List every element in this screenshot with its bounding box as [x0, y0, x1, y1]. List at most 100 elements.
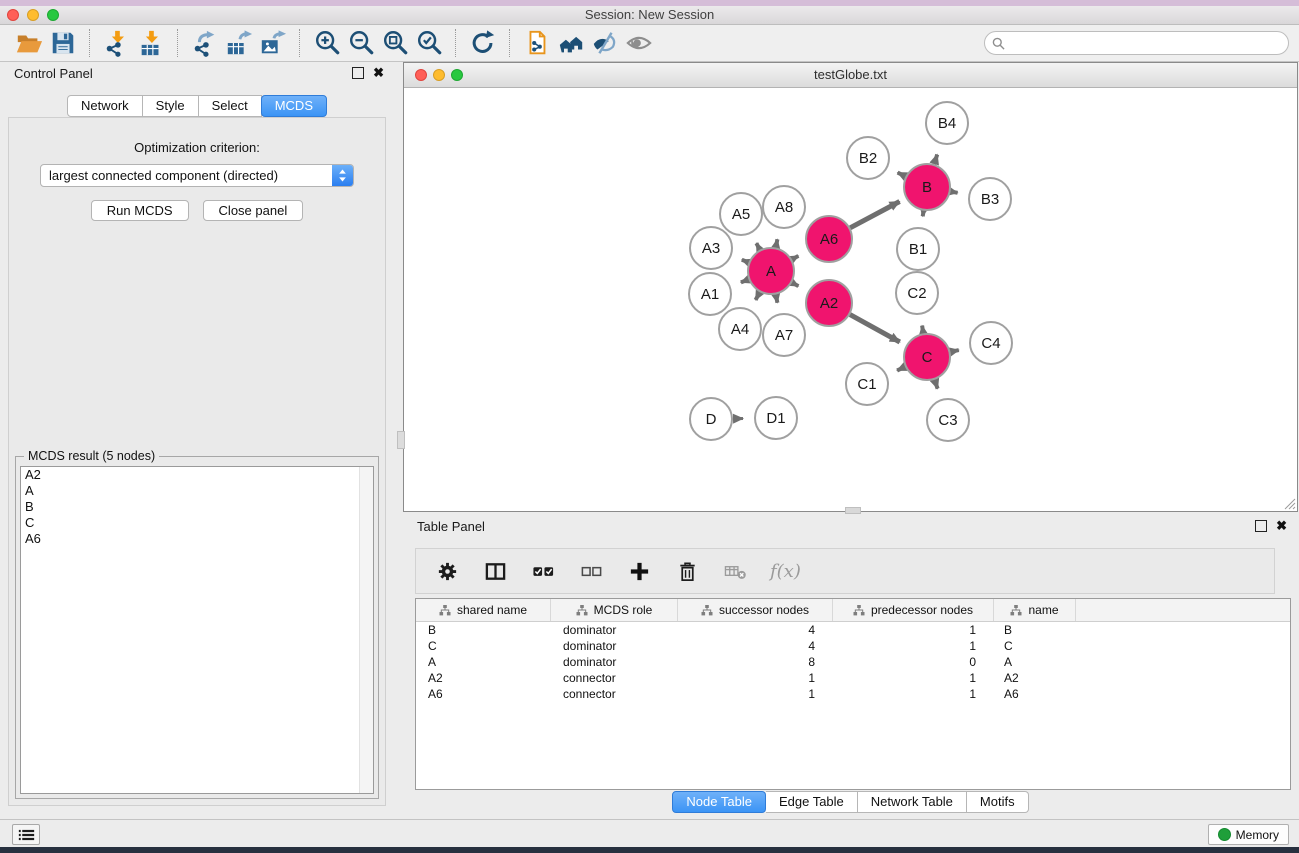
column-header-successor-nodes[interactable]: successor nodes: [678, 599, 833, 621]
graph-node-C2[interactable]: C2: [896, 272, 938, 314]
graph-node-B1[interactable]: B1: [897, 228, 939, 270]
mcds-result-item[interactable]: B: [21, 499, 373, 515]
network-canvas[interactable]: B4B2BB3A5A8A6A3B1AA1C2A2A4A7C4CC1C3DD1: [404, 88, 1297, 511]
graph-edge-A6-B[interactable]: [850, 202, 899, 228]
table-cell[interactable]: 1: [833, 671, 994, 685]
deselect-all-icon[interactable]: [578, 558, 604, 584]
tab-style[interactable]: Style: [143, 95, 199, 117]
open-folder-icon[interactable]: [12, 27, 46, 59]
float-panel-icon[interactable]: [352, 67, 364, 79]
column-header-MCDS-role[interactable]: MCDS role: [551, 599, 678, 621]
column-header-predecessor-nodes[interactable]: predecessor nodes: [833, 599, 994, 621]
gear-icon[interactable]: [434, 558, 460, 584]
export-image-icon[interactable]: [256, 27, 290, 59]
export-network-icon[interactable]: [188, 27, 222, 59]
graph-node-C1[interactable]: C1: [846, 363, 888, 405]
graph-node-D1[interactable]: D1: [755, 397, 797, 439]
graph-node-C3[interactable]: C3: [927, 399, 969, 441]
graph-node-A5[interactable]: A5: [720, 193, 762, 235]
table-cell[interactable]: dominator: [551, 655, 678, 669]
table-cell[interactable]: 1: [678, 671, 833, 685]
graph-edge-C-C2[interactable]: [922, 326, 923, 334]
refresh-icon[interactable]: [466, 27, 500, 59]
tab-edge-table[interactable]: Edge Table: [766, 791, 858, 813]
table-row[interactable]: Cdominator41C: [416, 638, 1290, 654]
table-cell[interactable]: 1: [678, 687, 833, 701]
column-header-shared-name[interactable]: shared name: [416, 599, 551, 621]
table-cell[interactable]: connector: [551, 687, 678, 701]
table-cell[interactable]: B: [994, 623, 1076, 637]
hide-annotations-icon[interactable]: [588, 27, 622, 59]
add-column-icon[interactable]: [626, 558, 652, 584]
graph-edge-A-A4[interactable]: [756, 292, 760, 300]
table-float-panel-icon[interactable]: [1255, 520, 1267, 532]
split-columns-icon[interactable]: [482, 558, 508, 584]
graph-node-B[interactable]: B: [904, 164, 950, 210]
graph-edge-B-B3[interactable]: [951, 192, 958, 193]
table-cell[interactable]: A2: [994, 671, 1076, 685]
mcds-result-item[interactable]: C: [21, 515, 373, 531]
search-input[interactable]: [1005, 33, 1288, 53]
graph-node-A2[interactable]: A2: [806, 280, 852, 326]
zoom-out-icon[interactable]: [344, 27, 378, 59]
delete-table-icon[interactable]: [722, 558, 748, 584]
search-field[interactable]: [984, 31, 1289, 55]
graph-node-A3[interactable]: A3: [690, 227, 732, 269]
table-cell[interactable]: 4: [678, 639, 833, 653]
select-all-icon[interactable]: [530, 558, 556, 584]
splitter-handle-horizontal[interactable]: [845, 507, 861, 514]
graph-edge-C-C4[interactable]: [950, 350, 958, 352]
table-cell[interactable]: A6: [416, 687, 551, 701]
zoom-selected-icon[interactable]: [412, 27, 446, 59]
table-cell[interactable]: dominator: [551, 639, 678, 653]
tab-network[interactable]: Network: [67, 95, 143, 117]
mcds-result-item[interactable]: A2: [21, 467, 373, 483]
graph-node-C4[interactable]: C4: [970, 322, 1012, 364]
table-cell[interactable]: A2: [416, 671, 551, 685]
graph-node-A1[interactable]: A1: [689, 273, 731, 315]
graph-edge-B-B2[interactable]: [898, 173, 906, 177]
table-close-panel-icon[interactable]: ✖: [1276, 518, 1287, 534]
table-cell[interactable]: C: [416, 639, 551, 653]
graph-edge-A-A7[interactable]: [776, 295, 778, 303]
table-row[interactable]: Adominator80A: [416, 654, 1290, 670]
mcds-result-item[interactable]: A6: [21, 531, 373, 547]
run-mcds-button[interactable]: Run MCDS: [91, 200, 189, 221]
export-table-icon[interactable]: [222, 27, 256, 59]
graph-node-A[interactable]: A: [748, 248, 794, 294]
graph-node-A4[interactable]: A4: [719, 308, 761, 350]
table-row[interactable]: Bdominator41B: [416, 622, 1290, 638]
table-cell[interactable]: B: [416, 623, 551, 637]
optimization-criterion-select[interactable]: largest connected component (directed): [40, 164, 354, 187]
graph-edge-A-A2[interactable]: [792, 283, 798, 287]
function-builder-button[interactable]: f(x): [770, 561, 801, 582]
clone-network-icon[interactable]: [520, 27, 554, 59]
zoom-fit-icon[interactable]: [378, 27, 412, 59]
tab-node-table[interactable]: Node Table: [672, 791, 766, 813]
network-graph[interactable]: B4B2BB3A5A8A6A3B1AA1C2A2A4A7C4CC1C3DD1: [404, 88, 1297, 511]
table-row[interactable]: A2connector11A2: [416, 670, 1290, 686]
task-history-button[interactable]: [12, 824, 40, 845]
tab-motifs[interactable]: Motifs: [967, 791, 1029, 813]
import-table-icon[interactable]: [134, 27, 168, 59]
column-header-name[interactable]: name: [994, 599, 1076, 621]
table-cell[interactable]: 4: [678, 623, 833, 637]
table-cell[interactable]: 0: [833, 655, 994, 669]
mcds-result-list[interactable]: A2ABCA6: [20, 466, 374, 794]
graph-edge-B-B4[interactable]: [934, 155, 937, 165]
graph-node-A6[interactable]: A6: [806, 216, 852, 262]
table-cell[interactable]: A: [416, 655, 551, 669]
graph-node-B3[interactable]: B3: [969, 178, 1011, 220]
tab-select[interactable]: Select: [199, 95, 262, 117]
eye-icon[interactable]: [622, 27, 656, 59]
graph-node-D[interactable]: D: [690, 398, 732, 440]
tab-mcds[interactable]: MCDS: [261, 95, 327, 117]
graph-edge-C-C1[interactable]: [897, 367, 905, 371]
table-cell[interactable]: 8: [678, 655, 833, 669]
mcds-result-item[interactable]: A: [21, 483, 373, 499]
table-cell[interactable]: connector: [551, 671, 678, 685]
table-cell[interactable]: A: [994, 655, 1076, 669]
close-panel-button[interactable]: Close panel: [203, 200, 304, 221]
zoom-in-icon[interactable]: [310, 27, 344, 59]
graph-edge-A-A3[interactable]: [742, 260, 749, 263]
